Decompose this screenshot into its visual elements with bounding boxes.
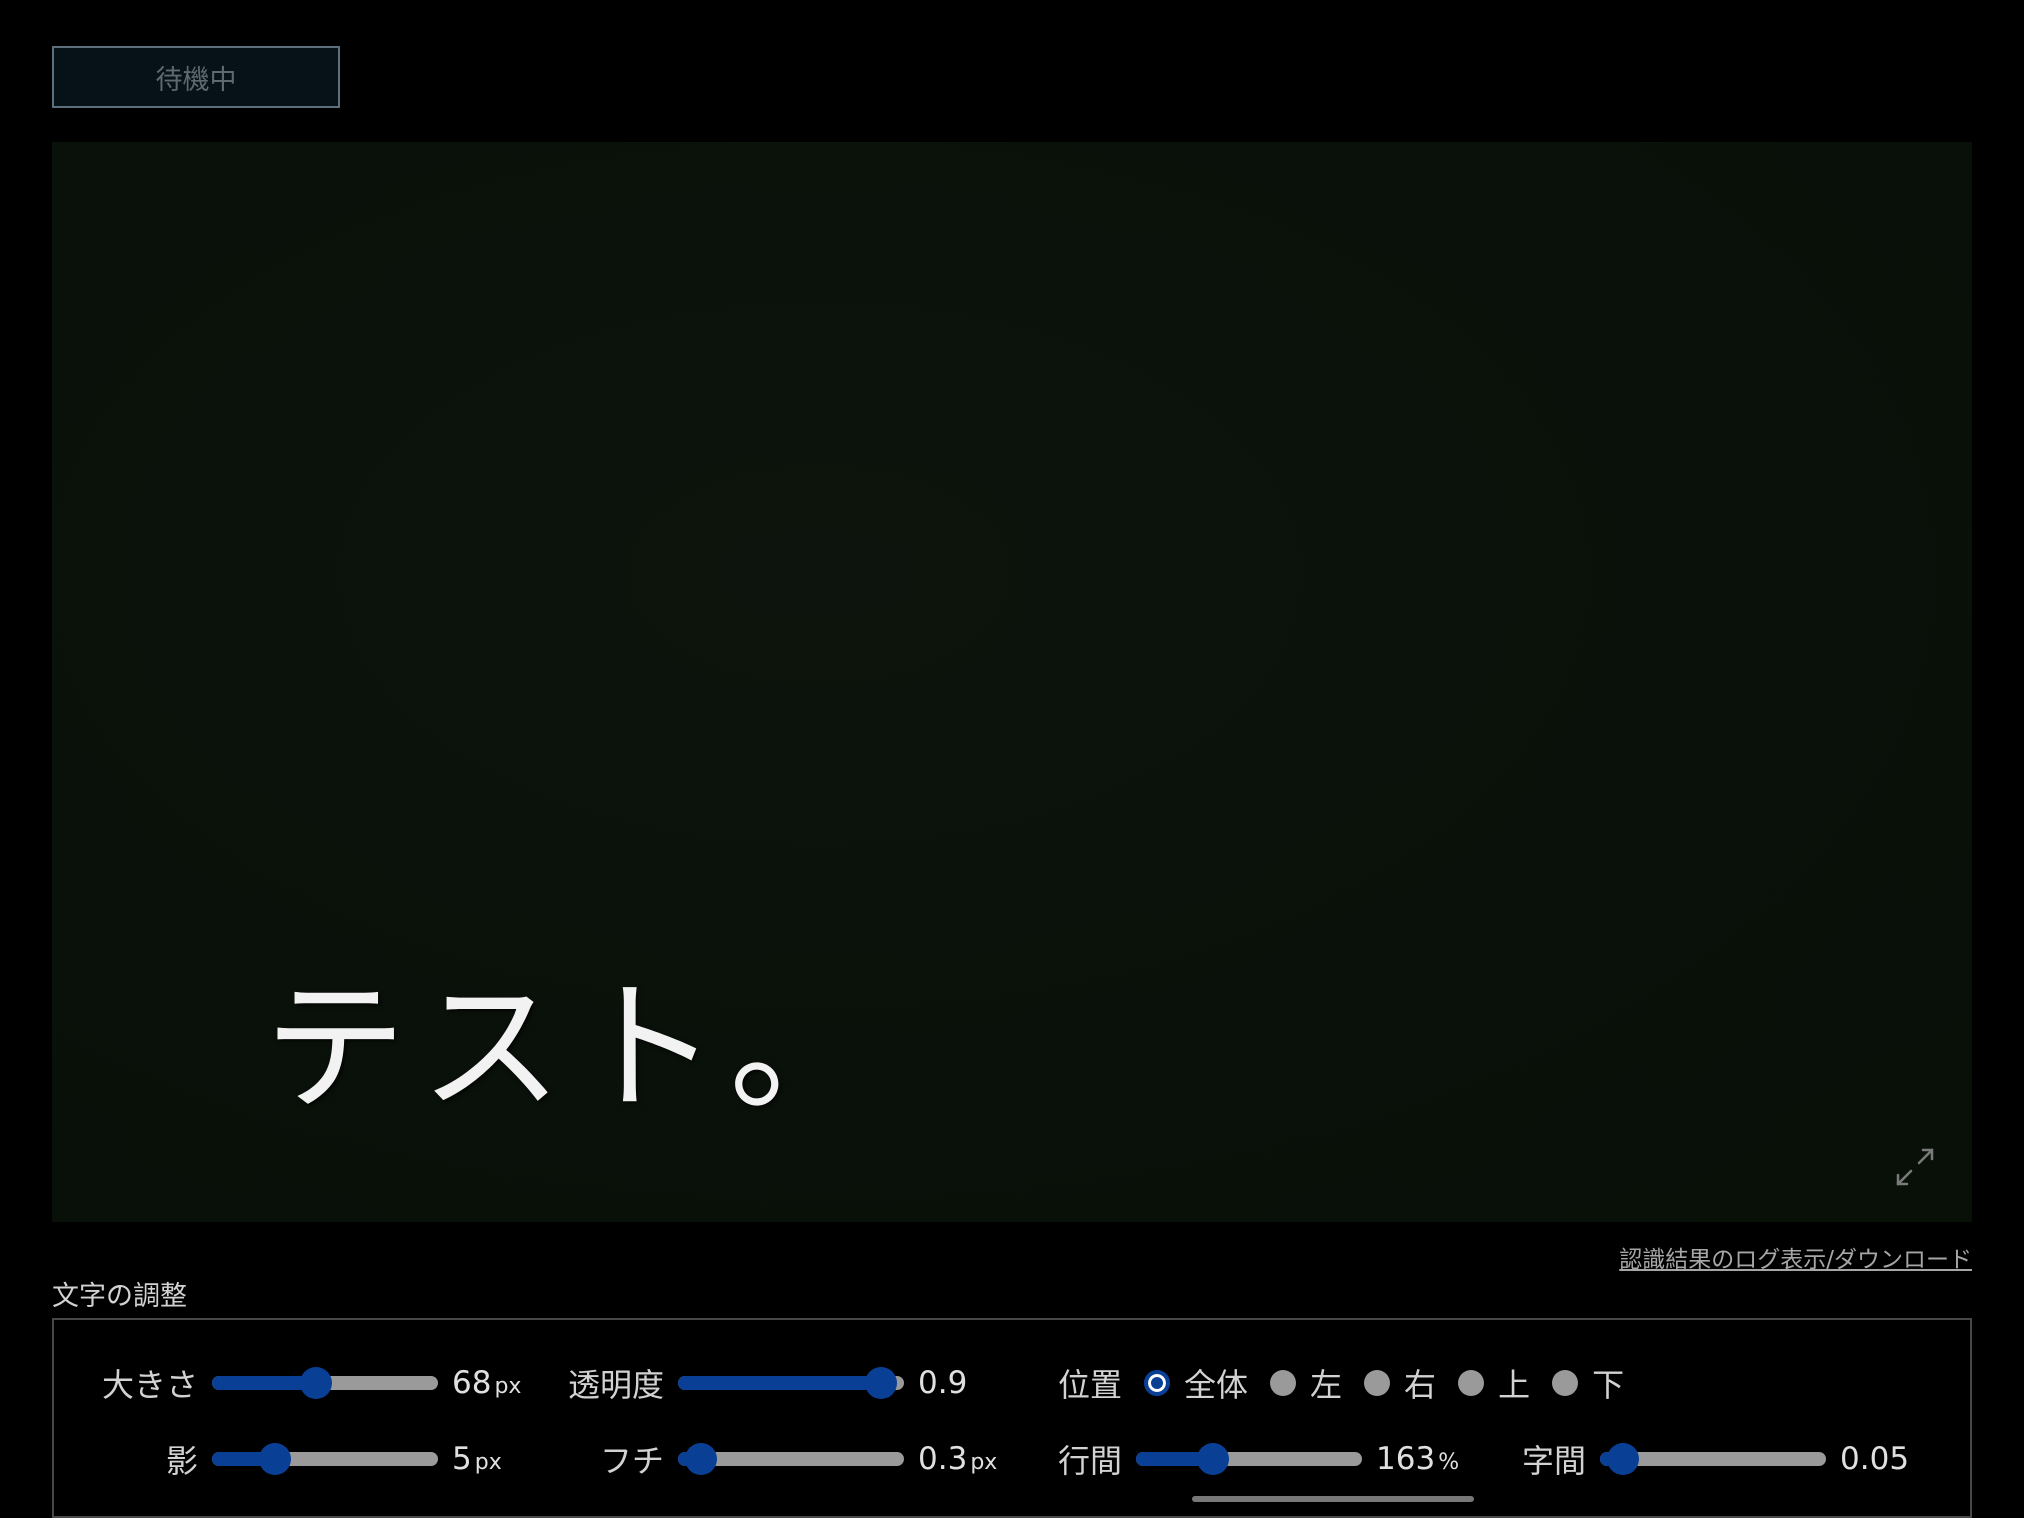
outline-control: フチ 0.3 px xyxy=(554,1436,997,1482)
letter-spacing-slider-thumb[interactable] xyxy=(1606,1443,1639,1475)
position-option-label: 下 xyxy=(1592,1366,1625,1404)
opacity-slider[interactable] xyxy=(678,1367,904,1399)
line-height-label: 行間 xyxy=(1058,1442,1123,1480)
expand-icon[interactable] xyxy=(1892,1144,1938,1190)
size-value: 68 px xyxy=(452,1365,522,1401)
adjust-section-title: 文字の調整 xyxy=(52,1281,187,1312)
letter-spacing-control: 字間 0.05 xyxy=(1522,1436,1909,1482)
line-height-control: 行間 163% xyxy=(1058,1436,1459,1482)
outline-slider[interactable] xyxy=(678,1443,904,1475)
position-option-label: 全体 xyxy=(1184,1366,1249,1404)
outline-value: 0.3 px xyxy=(918,1441,998,1477)
opacity-value: 0.9 xyxy=(918,1365,968,1401)
opacity-label: 透明度 xyxy=(567,1366,664,1404)
position-radio-bottom[interactable] xyxy=(1552,1370,1579,1396)
line-height-slider[interactable] xyxy=(1136,1443,1363,1475)
shadow-value: 5 px xyxy=(452,1441,502,1477)
size-label: 大きさ xyxy=(101,1366,198,1404)
size-control: 大きさ 68 px xyxy=(54,1360,521,1406)
size-slider[interactable] xyxy=(212,1367,438,1399)
position-radio-top[interactable] xyxy=(1458,1370,1485,1396)
position-radio-right[interactable] xyxy=(1364,1370,1391,1396)
letter-spacing-value: 0.05 xyxy=(1840,1441,1910,1477)
status-button[interactable]: 待機中 xyxy=(52,46,340,108)
outline-label: フチ xyxy=(599,1442,664,1480)
opacity-control: 透明度 0.9 xyxy=(554,1360,967,1406)
position-option-label: 右 xyxy=(1404,1366,1437,1404)
shadow-slider-thumb[interactable] xyxy=(259,1443,292,1475)
shadow-label: 影 xyxy=(165,1442,198,1480)
opacity-slider-thumb[interactable] xyxy=(865,1367,898,1399)
line-height-value: 163% xyxy=(1376,1441,1460,1477)
line-height-slider-thumb[interactable] xyxy=(1196,1443,1229,1475)
position-radio-group: 全体 左 右 上 下 xyxy=(1122,1360,1624,1406)
position-radio-left[interactable] xyxy=(1270,1370,1297,1396)
adjust-panel: 大きさ 68 px 透明度 0.9 位置 全体 左 右 上 下 影 5 px フ… xyxy=(52,1318,1972,1518)
subtitle-preview: テスト。 xyxy=(52,142,1972,1222)
subtitle-caption: テスト。 xyxy=(264,966,886,1131)
letter-spacing-slider[interactable] xyxy=(1600,1443,1827,1475)
shadow-control: 影 5 px xyxy=(54,1436,502,1482)
scroll-indicator[interactable] xyxy=(1192,1496,1474,1502)
outline-slider-thumb[interactable] xyxy=(684,1443,717,1475)
opacity-slider-fill xyxy=(678,1376,882,1390)
size-slider-thumb[interactable] xyxy=(299,1367,332,1399)
letter-spacing-label: 字間 xyxy=(1522,1442,1587,1480)
shadow-slider[interactable] xyxy=(212,1443,438,1475)
position-control: 位置 全体 左 右 上 下 xyxy=(1058,1360,1624,1406)
position-option-label: 左 xyxy=(1310,1366,1343,1404)
position-label: 位置 xyxy=(1058,1366,1123,1404)
log-download-link[interactable]: 認識結果のログ表示/ダウンロード xyxy=(1619,1240,1972,1274)
position-option-label: 上 xyxy=(1498,1366,1531,1404)
position-radio-all[interactable] xyxy=(1144,1370,1171,1396)
